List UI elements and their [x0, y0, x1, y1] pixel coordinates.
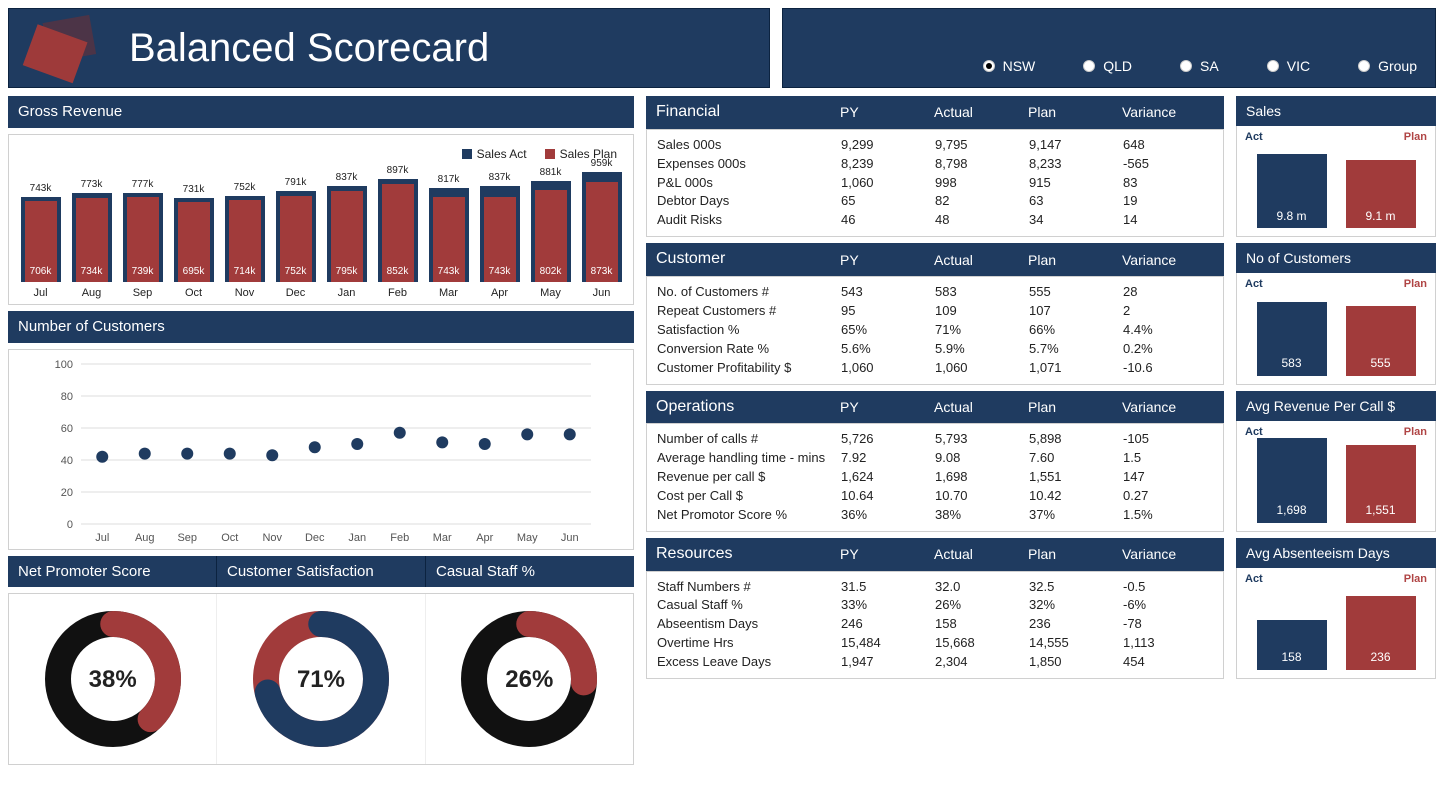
table-row: No. of Customers #54358355528 — [657, 283, 1213, 302]
svg-text:Feb: Feb — [390, 532, 409, 544]
financial-mini-header: Sales — [1236, 96, 1436, 126]
svg-text:May: May — [517, 532, 538, 544]
donut-header-1: Customer Satisfaction — [217, 556, 426, 588]
table-row: Repeat Customers #951091072 — [657, 302, 1213, 321]
bar-jul: 743k706kJul — [20, 182, 62, 300]
table-row: Expenses 000s8,2398,7988,233-565 — [657, 155, 1213, 174]
svg-text:Dec: Dec — [305, 532, 325, 544]
region-radio-nsw[interactable]: NSW — [983, 57, 1036, 75]
table-row: Excess Leave Days1,9472,3041,850454 — [657, 653, 1213, 672]
donut-header-2: Casual Staff % — [426, 556, 634, 588]
customer-mini-header: No of Customers — [1236, 243, 1436, 273]
operations-mini-header: Avg Revenue Per Call $ — [1236, 391, 1436, 421]
region-radio-qld[interactable]: QLD — [1083, 57, 1132, 75]
svg-text:Nov: Nov — [262, 532, 282, 544]
bar-apr: 837k743kApr — [479, 171, 521, 300]
bar-jun: 959k873kJun — [581, 157, 623, 300]
region-selector: NSW QLD SA VIC Group — [782, 8, 1436, 88]
table-row: Overtime Hrs15,48415,66814,5551,113 — [657, 634, 1213, 653]
bar-sep: 777k739kSep — [122, 178, 164, 300]
operations-mini-chart: ActPlan1,6981,551 — [1236, 421, 1436, 532]
svg-text:0: 0 — [67, 519, 73, 531]
table-row: Staff Numbers #31.532.032.5-0.5 — [657, 578, 1213, 597]
bar-aug: 773k734kAug — [71, 178, 113, 300]
gross-revenue-header: Gross Revenue — [8, 96, 634, 128]
svg-text:Oct: Oct — [221, 532, 238, 544]
bar-may: 881k802kMay — [530, 166, 572, 300]
resources-header: ResourcesPYActualPlanVariance — [646, 538, 1224, 571]
svg-text:40: 40 — [61, 455, 73, 467]
svg-text:20: 20 — [61, 487, 73, 499]
svg-text:Jun: Jun — [561, 532, 579, 544]
customer-mini-chart: ActPlan583555 — [1236, 273, 1436, 384]
table-row: Sales 000s9,2999,7959,147648 — [657, 136, 1213, 155]
table-row: Cost per Call $10.6410.7010.420.27 — [657, 487, 1213, 506]
title-bar: Balanced Scorecard — [8, 8, 770, 88]
bar-nov: 752k714kNov — [224, 181, 266, 300]
table-row: Net Promotor Score %36%38%37%1.5% — [657, 506, 1213, 525]
customers-chart-header: Number of Customers — [8, 311, 634, 343]
svg-text:Sep: Sep — [177, 532, 197, 544]
customer-body: No. of Customers #54358355528Repeat Cust… — [646, 276, 1224, 384]
table-row: Conversion Rate %5.6%5.9%5.7%0.2% — [657, 340, 1213, 359]
region-radio-sa[interactable]: SA — [1180, 57, 1219, 75]
donut-2: 26% — [426, 594, 633, 764]
table-row: Debtor Days65826319 — [657, 192, 1213, 211]
region-radio-vic[interactable]: VIC — [1267, 57, 1310, 75]
table-row: Satisfaction %65%71%66%4.4% — [657, 321, 1213, 340]
svg-text:Mar: Mar — [433, 532, 452, 544]
bar-oct: 731k695kOct — [173, 183, 215, 300]
gross-revenue-chart: Sales Act Sales Plan 743k706kJul773k734k… — [8, 134, 634, 306]
region-radio-group[interactable]: Group — [1358, 57, 1417, 75]
financial-body: Sales 000s9,2999,7959,147648Expenses 000… — [646, 129, 1224, 237]
operations-header: OperationsPYActualPlanVariance — [646, 391, 1224, 424]
bar-mar: 817k743kMar — [428, 173, 470, 300]
bar-dec: 791k752kDec — [275, 176, 317, 300]
legend-sales-act: Sales Act — [462, 147, 527, 163]
svg-text:Aug: Aug — [135, 532, 155, 544]
table-row: Number of calls #5,7265,7935,898-105 — [657, 430, 1213, 449]
svg-text:Apr: Apr — [476, 532, 493, 544]
table-row: Audit Risks46483414 — [657, 211, 1213, 230]
financial-mini-chart: ActPlan9.8 m9.1 m — [1236, 126, 1436, 237]
page-title: Balanced Scorecard — [129, 22, 489, 74]
svg-text:80: 80 — [61, 391, 73, 403]
resources-mini-chart: ActPlan158236 — [1236, 568, 1436, 679]
bar-jan: 837k795kJan — [326, 171, 368, 300]
table-row: Revenue per call $1,6241,6981,551147 — [657, 468, 1213, 487]
bar-feb: 897k852kFeb — [377, 164, 419, 300]
table-row: Customer Profitability $1,0601,0601,071-… — [657, 359, 1213, 378]
svg-text:100: 100 — [55, 359, 73, 371]
svg-text:60: 60 — [61, 423, 73, 435]
table-row: Abseentism Days246158236-78 — [657, 615, 1213, 634]
financial-header: FinancialPYActualPlanVariance — [646, 96, 1224, 129]
svg-text:Jul: Jul — [95, 532, 109, 544]
donut-1: 71% — [217, 594, 425, 764]
donut-0: 38% — [9, 594, 217, 764]
table-row: Casual Staff %33%26%32%-6% — [657, 596, 1213, 615]
donut-header-0: Net Promoter Score — [8, 556, 217, 588]
logo-icon — [19, 13, 114, 85]
table-row: Average handling time - mins7.929.087.60… — [657, 449, 1213, 468]
svg-text:Jan: Jan — [348, 532, 366, 544]
customers-chart: 0 20 40 60 80 100 Jul Aug Sep Oct Nov Dec Jan Feb Mar A… — [8, 349, 634, 550]
table-row: P&L 000s1,06099891583 — [657, 174, 1213, 193]
resources-body: Staff Numbers #31.532.032.5-0.5Casual St… — [646, 571, 1224, 679]
operations-body: Number of calls #5,7265,7935,898-105Aver… — [646, 423, 1224, 531]
resources-mini-header: Avg Absenteeism Days — [1236, 538, 1436, 568]
customer-header: CustomerPYActualPlanVariance — [646, 243, 1224, 276]
